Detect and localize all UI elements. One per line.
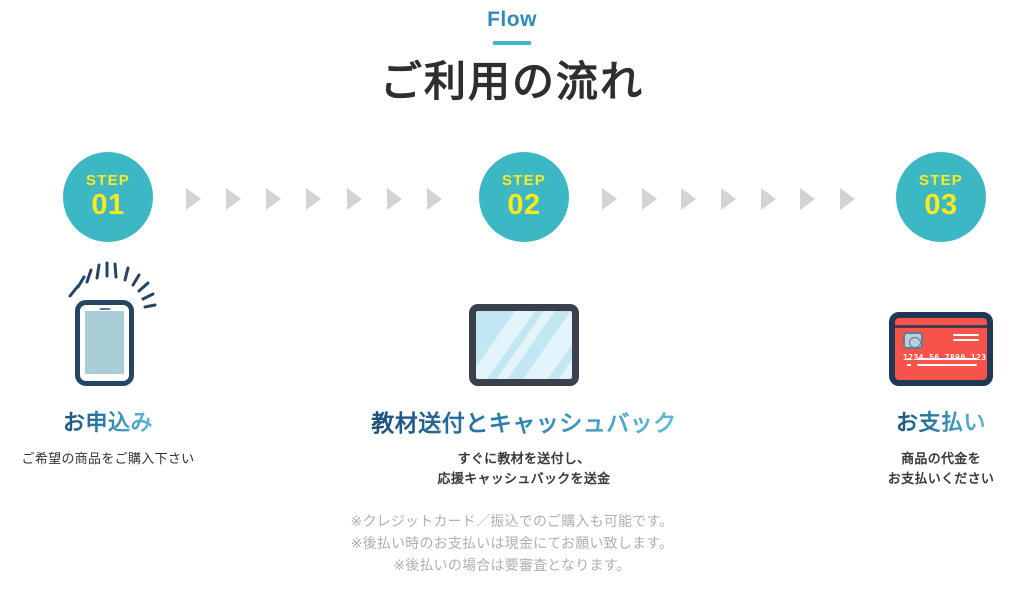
step-2-description-line-1: すぐに教材を送付し、: [457, 451, 591, 466]
step-2-caption: 教材送付とキャッシュバック すぐに教材を送付し、 応援キャッシュバックを送金: [366, 408, 682, 489]
step-1-title: お申込み: [63, 408, 153, 438]
step-3-title: お支払い: [896, 408, 986, 438]
footnotes: ※クレジットカード／振込でのご購入も可能です。 ※後払い時のお支払いは現金にてお…: [0, 510, 1024, 576]
tablet-screen: [476, 311, 572, 379]
arrow-right-icon: [186, 188, 201, 210]
step-2-icon-cell: [436, 258, 612, 386]
step-3-description: 商品の代金を お支払いください: [836, 449, 1024, 489]
credit-card-icon: 1234 56 7890 12345: [889, 312, 993, 386]
step-badge-number: 02: [507, 189, 541, 221]
step-badge-label: STEP: [919, 172, 963, 189]
step-2-title: 教材送付とキャッシュバック: [371, 410, 677, 436]
arrow-right-icon: [226, 188, 242, 210]
card-logo-lines: [953, 334, 979, 344]
footnote-3: ※後払いの場合は要審査となります。: [393, 557, 631, 573]
arrow-right-icon: [306, 188, 322, 210]
arrow-right-icon: [800, 188, 816, 210]
step-badge-label: STEP: [502, 172, 546, 189]
step-badge-label: STEP: [86, 172, 130, 189]
step-badge-number: 03: [924, 189, 958, 221]
arrow-right-icon: [426, 188, 442, 210]
arrow-right-icon: [681, 188, 697, 210]
step-1-icon-cell: [20, 258, 196, 386]
step-icons-row: 1234 56 7890 12345: [0, 258, 1024, 386]
step-captions-row: お申込み ご希望の商品をご購入下さい 教材送付とキャッシュバック すぐに教材を送…: [0, 408, 1024, 498]
step-3-description-line-1: 商品の代金を: [901, 451, 981, 466]
step-2-description: すぐに教材を送付し、 応援キャッシュバックを送金: [366, 449, 682, 489]
tablet-icon: [469, 304, 579, 386]
step-1-description: ご希望の商品をご購入下さい: [21, 451, 195, 466]
step-badge-02: STEP 02: [479, 152, 569, 242]
arrow-right-icon: [760, 188, 776, 210]
arrow-right-icon: [641, 188, 657, 210]
section-header: Flow ご利用の流れ: [0, 6, 1024, 107]
step-1-caption: お申込み ご希望の商品をご購入下さい: [0, 408, 216, 469]
arrow-right-icon: [720, 188, 736, 210]
eyebrow-underline: [493, 41, 531, 45]
step-3-icon-cell: 1234 56 7890 12345: [853, 258, 1024, 386]
arrow-right-icon: [266, 188, 282, 210]
footnote-1: ※クレジットカード／振込でのご購入も可能です。: [350, 513, 674, 529]
step-badge-03: STEP 03: [896, 152, 986, 242]
step-badge-number: 01: [91, 189, 125, 221]
page-title: ご利用の流れ: [379, 58, 644, 105]
card-chip-icon: [903, 332, 923, 349]
smartphone-icon: [53, 258, 163, 386]
footnote-2: ※後払い時のお支払いは現金にてお願い致します。: [350, 535, 674, 551]
card-signature-dots: [907, 358, 911, 370]
card-top-stripe: [895, 325, 987, 328]
phone-body: [75, 300, 134, 386]
step-3-caption: お支払い 商品の代金を お支払いください: [836, 408, 1024, 489]
step-2-description-line-2: 応援キャッシュバックを送金: [437, 471, 611, 486]
arrow-right-icon: [346, 188, 362, 210]
phone-screen: [85, 311, 124, 374]
arrow-right-icon: [839, 188, 855, 210]
flow-section: Flow ご利用の流れ STEP 01 STEP 02 STEP 03 1234…: [0, 0, 1024, 589]
section-eyebrow: Flow: [487, 8, 537, 31]
connector-arrows-1: [186, 188, 442, 210]
step-3-description-line-2: お支払いください: [887, 471, 995, 486]
arrow-right-icon: [602, 188, 617, 210]
step-badges-row: STEP 01 STEP 02 STEP 03: [0, 152, 1024, 244]
connector-arrows-2: [602, 188, 855, 210]
step-badge-01: STEP 01: [63, 152, 153, 242]
phone-speaker: [99, 308, 110, 310]
card-signature-lines: [917, 358, 977, 370]
arrow-right-icon: [386, 188, 402, 210]
